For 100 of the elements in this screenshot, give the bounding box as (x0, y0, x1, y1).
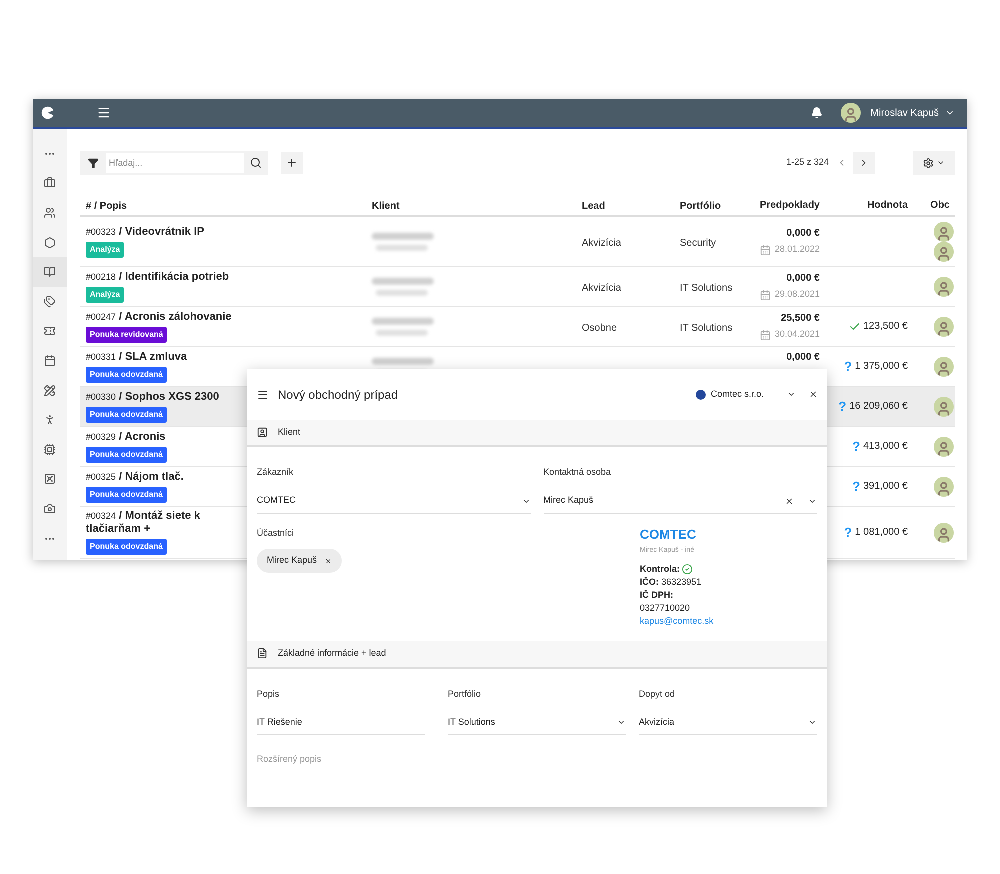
select-field[interactable]: Akvizícia (639, 711, 817, 735)
filter-icon (88, 158, 98, 168)
field-label: Kontaktná osoba (544, 466, 612, 479)
column-header[interactable]: Predpoklady (760, 198, 820, 212)
settings-button[interactable] (913, 151, 955, 175)
pagination-text: 1-25 z 324 (786, 156, 829, 170)
participant-chip[interactable]: Mirec Kapuš (257, 549, 342, 573)
stage-tag: Ponuka odovzdaná (86, 446, 167, 462)
question-mark: ? (852, 438, 860, 456)
search-field[interactable]: Hľadaj... (106, 153, 244, 173)
avatar (934, 316, 954, 336)
portfolio-cell: IT Solutions (680, 282, 733, 294)
field-label: Zákazník (257, 466, 295, 479)
chevron-icon (808, 718, 817, 727)
stage-tag: Analýza (86, 286, 124, 302)
stage-tag: Ponuka odovzdaná (86, 366, 167, 382)
field-label: Portfólio (448, 688, 482, 700)
customer-select[interactable]: COMTEC (257, 490, 530, 514)
chevron-icon[interactable] (787, 390, 796, 399)
blurred-text (372, 318, 434, 324)
case-title: #00331 / SLA zmluva (86, 350, 188, 364)
sidebar-item[interactable] (33, 257, 67, 287)
stage-tag: Ponuka revidovaná (86, 326, 168, 342)
blurred-text (372, 278, 434, 284)
case-title: #00329 / Acronis (86, 430, 166, 444)
date: 30.04.2021 (774, 328, 820, 342)
ticket-icon (44, 325, 56, 338)
tags-icon (44, 296, 56, 308)
column-header[interactable]: # / Popis (86, 201, 128, 212)
user-name[interactable]: Miroslav Kapuš (870, 106, 939, 120)
calendar-icon (760, 330, 771, 340)
company-title: COMTEC (640, 526, 696, 542)
section-title: Klient (278, 426, 301, 439)
chip-label: Mirec Kapuš (267, 554, 318, 568)
dialog-title: Nový obchodný prípad (278, 386, 398, 404)
company-name[interactable]: Comtec s.r.o. (710, 388, 764, 402)
column-header[interactable]: Portfólio (680, 201, 722, 212)
question-mark: ? (852, 478, 860, 496)
calendar-icon (44, 354, 56, 367)
case-title: #00247 / Acronis zálohovanie (86, 310, 232, 324)
blurred-text (376, 244, 428, 250)
field-label: Účastníci (257, 526, 294, 540)
amount: 0,000 € (786, 351, 820, 365)
blurred-text (376, 330, 428, 336)
select-field[interactable]: IT Solutions (448, 711, 626, 735)
menu-icon[interactable] (257, 388, 269, 400)
column-header[interactable]: Obc (930, 198, 950, 212)
search-icon (250, 157, 262, 169)
chip-icon (44, 444, 56, 456)
chevron-icon (617, 718, 626, 727)
book-icon (44, 266, 56, 278)
column-header[interactable]: Hodnota (867, 198, 908, 212)
column-header[interactable]: Lead (582, 201, 606, 212)
remove-icon[interactable] (325, 558, 332, 564)
case-title: #00325 / Nájom tlač. (86, 470, 184, 484)
description-field[interactable]: Rozšírený popis (257, 753, 817, 803)
check-label: Kontrola: (640, 562, 680, 576)
value-amount: 391,000 € (864, 480, 908, 494)
stage-tag: Ponuka odovzdaná (86, 539, 167, 555)
users-icon (44, 206, 56, 219)
hexagon-icon (44, 236, 56, 249)
bell-icon[interactable] (810, 107, 823, 119)
close-icon[interactable] (809, 390, 818, 399)
company-id: IČO: 36323951 (640, 576, 702, 588)
avatar (934, 222, 954, 242)
blurred-text (376, 290, 428, 296)
field-label: Popis (257, 688, 281, 701)
amount: 25,500 € (781, 312, 820, 326)
avatar (934, 356, 954, 376)
avatar (934, 436, 954, 456)
section-header[interactable]: Klient (247, 420, 827, 447)
column-header[interactable]: Klient (372, 201, 400, 212)
stage-tag: Analýza (86, 242, 124, 258)
lead-cell: Akvizícia (582, 282, 622, 294)
menu-icon[interactable] (97, 106, 111, 120)
contact-select[interactable]: Mirec Kapuš (544, 490, 817, 514)
email-link[interactable]: kapus@comtec.sk (640, 614, 714, 628)
ruler-icon (44, 384, 56, 397)
case-title: #00218 / Identifikácia potrieb (86, 270, 230, 284)
input-field[interactable]: IT Riešenie (257, 711, 425, 735)
question-mark: ? (844, 358, 852, 376)
camera-icon (44, 502, 56, 515)
logo-icon (41, 106, 55, 120)
amount: 0,000 € (786, 227, 820, 242)
date: 29.08.2021 (774, 288, 820, 302)
avatar (934, 522, 954, 542)
date: 28.01.2022 (774, 243, 820, 256)
clear-icon[interactable] (785, 496, 794, 506)
portfolio-cell: IT Solutions (680, 322, 733, 334)
document-icon (257, 648, 268, 659)
value-amount: 123,500 € (864, 320, 908, 334)
case-title: #00330 / Sophos XGS 2300 (86, 390, 220, 404)
question-mark: ? (844, 524, 852, 542)
add-button[interactable] (281, 152, 303, 174)
avatar (934, 276, 954, 296)
settings-icon (923, 158, 934, 168)
amount: 0,000 € (786, 272, 820, 286)
section-header[interactable]: Základné informácie + lead (247, 640, 827, 668)
plus-icon (286, 157, 298, 169)
field-label: Dopyt od (639, 688, 676, 701)
